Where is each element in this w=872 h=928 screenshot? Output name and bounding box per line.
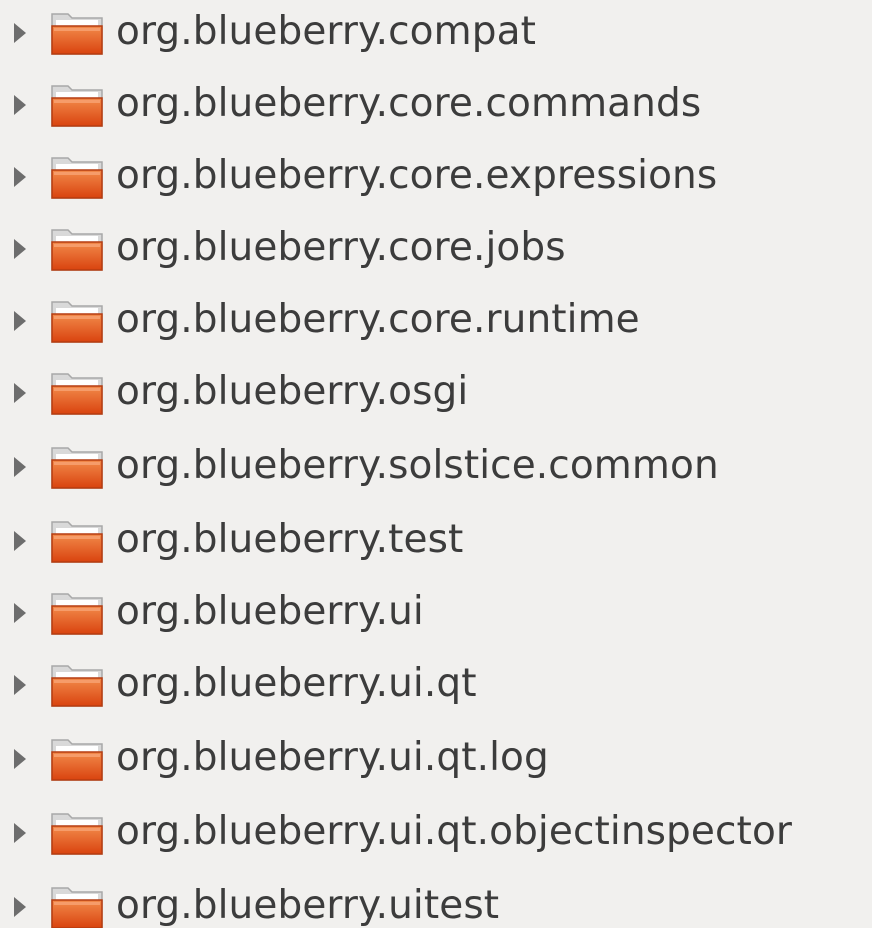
tree-row-compat[interactable]: org.blueberry.compat [0, 0, 872, 70]
folder-icon [50, 810, 104, 856]
folder-icon [50, 518, 104, 564]
tree-item-label: org.blueberry.core.jobs [116, 224, 566, 270]
folder-tree: org.blueberry.compat org.blueberry.core.… [0, 0, 872, 928]
folder-icon [50, 82, 104, 128]
expander-arrow-icon[interactable] [14, 531, 26, 551]
expander-arrow-icon[interactable] [14, 823, 26, 843]
tree-row-ui-qt-objectinspector[interactable]: org.blueberry.ui.qt.objectinspector [0, 796, 872, 870]
tree-item-label: org.blueberry.solstice.common [116, 442, 719, 488]
expander-arrow-icon[interactable] [14, 95, 26, 115]
folder-icon [50, 10, 104, 56]
tree-item-label: org.blueberry.ui [116, 588, 424, 634]
expander-arrow-icon[interactable] [14, 23, 26, 43]
tree-row-uitest[interactable]: org.blueberry.uitest [0, 870, 872, 928]
folder-icon [50, 590, 104, 636]
tree-item-label: org.blueberry.core.runtime [116, 296, 640, 342]
tree-row-core-jobs[interactable]: org.blueberry.core.jobs [0, 212, 872, 286]
expander-arrow-icon[interactable] [14, 239, 26, 259]
expander-arrow-icon[interactable] [14, 749, 26, 769]
expander-arrow-icon[interactable] [14, 603, 26, 623]
folder-icon [50, 370, 104, 416]
tree-item-label: org.blueberry.ui.qt.log [116, 734, 549, 780]
tree-item-label: org.blueberry.core.expressions [116, 152, 718, 198]
folder-icon [50, 154, 104, 200]
tree-row-core-expressions[interactable]: org.blueberry.core.expressions [0, 140, 872, 214]
expander-arrow-icon[interactable] [14, 457, 26, 477]
expander-arrow-icon[interactable] [14, 675, 26, 695]
tree-item-label: org.blueberry.osgi [116, 368, 469, 414]
tree-row-ui-qt[interactable]: org.blueberry.ui.qt [0, 648, 872, 722]
tree-item-label: org.blueberry.compat [116, 8, 536, 54]
folder-icon [50, 226, 104, 272]
tree-row-osgi[interactable]: org.blueberry.osgi [0, 356, 872, 430]
tree-row-core-commands[interactable]: org.blueberry.core.commands [0, 68, 872, 142]
tree-item-label: org.blueberry.test [116, 516, 464, 562]
folder-icon [50, 662, 104, 708]
tree-row-ui[interactable]: org.blueberry.ui [0, 576, 872, 650]
folder-icon [50, 444, 104, 490]
tree-item-label: org.blueberry.core.commands [116, 80, 702, 126]
tree-item-label: org.blueberry.uitest [116, 882, 500, 928]
tree-row-test[interactable]: org.blueberry.test [0, 504, 872, 578]
tree-item-label: org.blueberry.ui.qt [116, 660, 477, 706]
expander-arrow-icon[interactable] [14, 167, 26, 187]
tree-row-solstice-common[interactable]: org.blueberry.solstice.common [0, 430, 872, 504]
expander-arrow-icon[interactable] [14, 311, 26, 331]
expander-arrow-icon[interactable] [14, 897, 26, 917]
expander-arrow-icon[interactable] [14, 383, 26, 403]
folder-icon [50, 736, 104, 782]
folder-icon [50, 884, 104, 928]
tree-item-label: org.blueberry.ui.qt.objectinspector [116, 808, 793, 854]
folder-icon [50, 298, 104, 344]
tree-row-core-runtime[interactable]: org.blueberry.core.runtime [0, 284, 872, 358]
tree-row-ui-qt-log[interactable]: org.blueberry.ui.qt.log [0, 722, 872, 796]
